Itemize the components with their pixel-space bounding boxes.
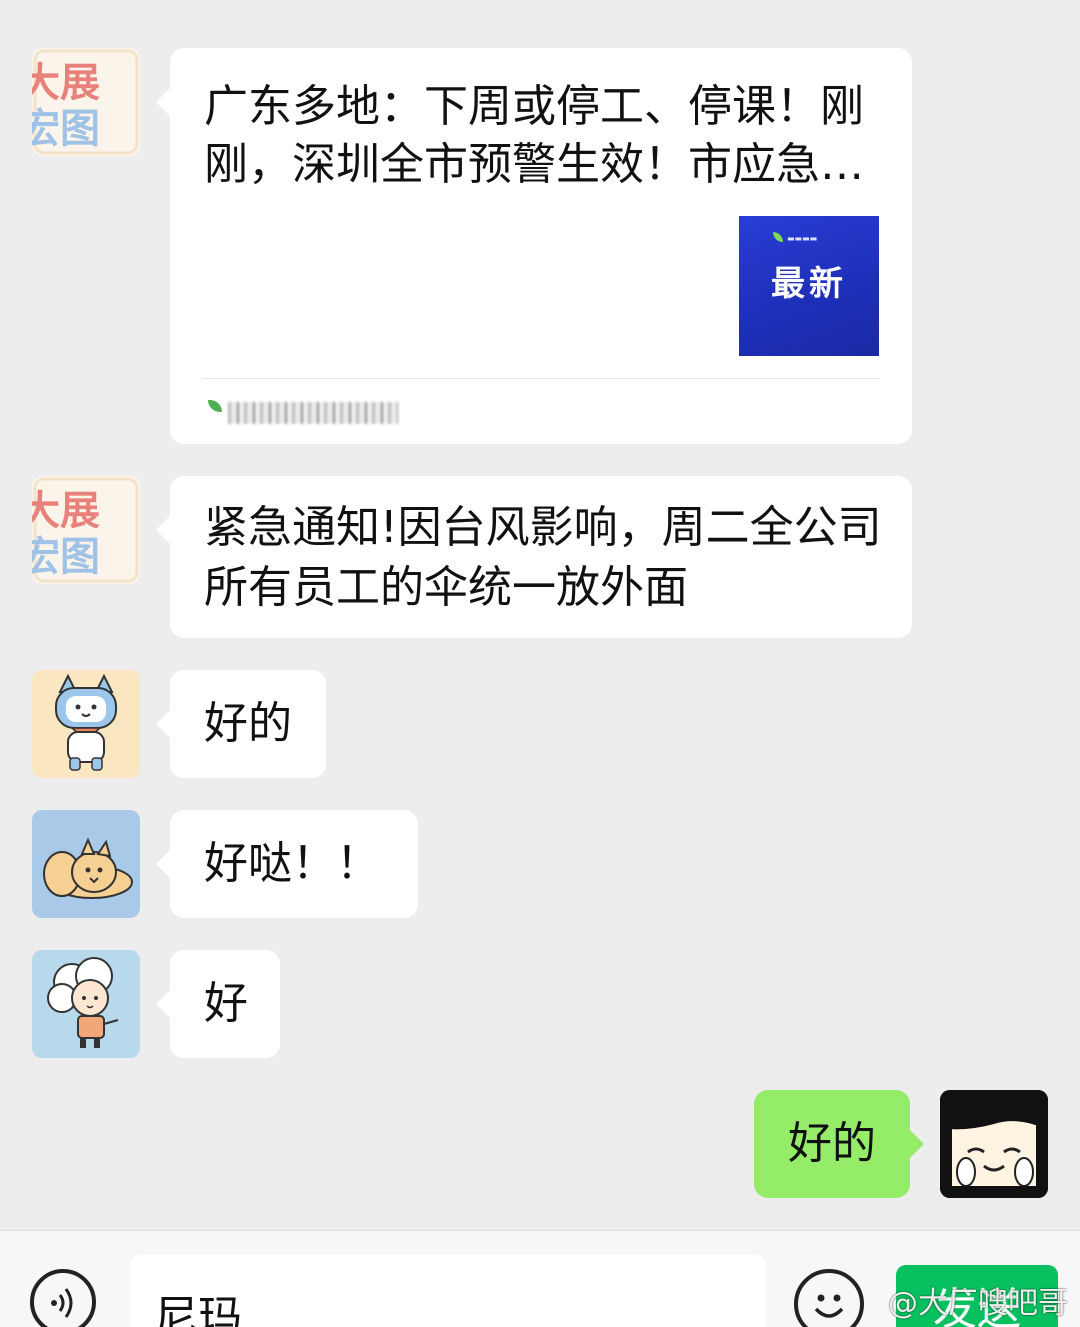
source-name-blurred — [228, 402, 398, 424]
message-bubble-hao[interactable]: 好 — [156, 950, 280, 1058]
svg-text:大展: 大展 — [32, 488, 100, 534]
avatar-dazhan-hongtu-image-2: 大展 宏图 — [32, 476, 140, 584]
link-card-source-blurred — [202, 400, 402, 428]
smiley-face-icon — [814, 1294, 844, 1318]
message-input-value: 尼玛 — [154, 1292, 242, 1327]
avatar-cat-user[interactable] — [32, 670, 140, 778]
avatar-girl-user[interactable] — [32, 950, 140, 1058]
avatar-dog-user[interactable] — [32, 810, 140, 918]
link-card-title-line-2: 刚，深圳全市预警生效！市应急… — [204, 139, 864, 190]
message-text: 好的 — [204, 698, 292, 749]
message-bubble-haode[interactable]: 好的 — [156, 670, 326, 778]
voice-wave-icon — [51, 1288, 73, 1318]
svg-text:大展: 大展 — [32, 60, 100, 106]
message-text-line-2: 所有员工的伞统一放外面 — [204, 562, 688, 613]
avatar-dazhan-hongtu[interactable]: 大展 宏图 — [32, 48, 140, 156]
svg-text:宏图: 宏图 — [32, 106, 100, 152]
message-text: 好的 — [788, 1118, 876, 1169]
source-logo-icon — [208, 400, 222, 412]
message-bubble-urgent-notice[interactable]: 紧急通知!因台风影响，周二全公司 所有员工的伞统一放外面 — [156, 476, 912, 638]
thumbnail-caption: 最新 — [771, 264, 847, 304]
avatar-dazhan-hongtu-image: 大展 宏图 — [32, 48, 140, 156]
message-bubble-outgoing-haode[interactable]: 好的 — [754, 1090, 924, 1198]
chat-message-list[interactable]: 大展 宏图 广东多地：下周或停工、停课！刚 刚，深圳全市预警生效！市应急… ▬▬… — [0, 0, 1080, 1230]
crying-face-avatar-icon — [940, 1090, 1048, 1198]
message-text: 紧急通知!因台风影响，周二全公司 所有员工的伞统一放外面 — [204, 498, 882, 618]
link-card-thumbnail: ▬▬▬▬ 最新 — [739, 216, 879, 356]
link-card-title: 广东多地：下周或停工、停课！刚 刚，深圳全市预警生效！市应急… — [204, 78, 884, 194]
cartoon-cat-avatar-icon — [32, 670, 140, 778]
avatar-self[interactable] — [940, 1090, 1048, 1198]
message-text-line-1: 紧急通知!因台风影响，周二全公司 — [204, 502, 882, 553]
link-card-title-line-1: 广东多地：下周或停工、停课！刚 — [204, 81, 864, 132]
cartoon-girl-avatar-icon — [32, 950, 140, 1058]
link-card-divider — [202, 378, 880, 379]
avatar-dazhan-hongtu-2[interactable]: 大展 宏图 — [32, 476, 140, 584]
cartoon-dog-avatar-icon — [32, 810, 140, 918]
message-input[interactable]: 尼玛 — [130, 1255, 766, 1327]
weibo-watermark: @大厂嗖吧哥 — [888, 1286, 1068, 1321]
link-card-bubble[interactable]: 广东多地：下周或停工、停课！刚 刚，深圳全市预警生效！市应急… ▬▬▬▬ 最新 — [156, 48, 912, 444]
message-text: 好 — [204, 978, 248, 1029]
message-bubble-haoda[interactable]: 好哒！！ — [156, 810, 418, 918]
emoji-button[interactable] — [794, 1269, 864, 1327]
message-text: 好哒！！ — [204, 838, 380, 889]
voice-input-button[interactable] — [30, 1269, 96, 1327]
news-logo-mark: ▬▬▬▬ — [787, 234, 818, 243]
svg-text:宏图: 宏图 — [32, 534, 100, 580]
news-logo-icon — [773, 232, 783, 242]
